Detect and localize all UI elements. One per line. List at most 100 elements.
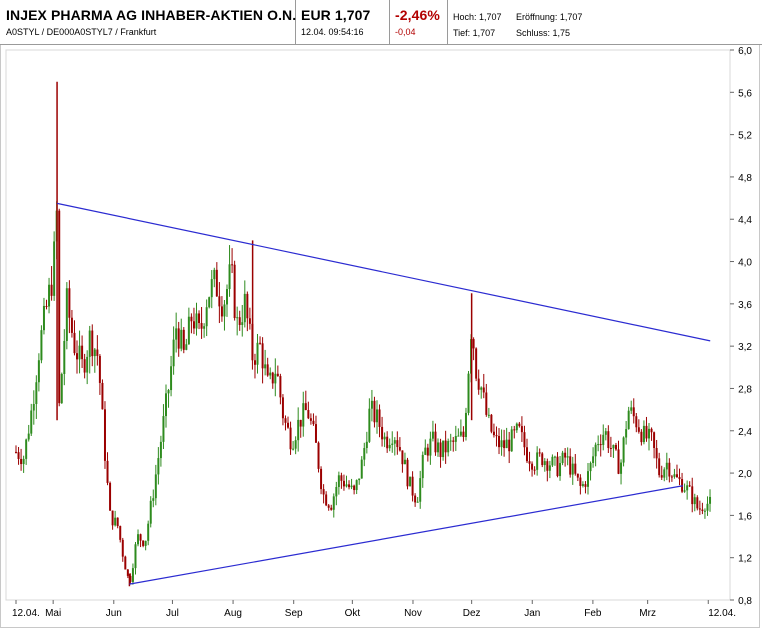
candle-body <box>322 489 325 495</box>
candle-body <box>147 523 150 541</box>
candle-body <box>164 393 167 417</box>
y-tick-label: 0,8 <box>738 596 752 607</box>
candle-body <box>706 503 709 511</box>
candle-body <box>602 434 605 446</box>
candle-body <box>358 478 361 481</box>
candle-body <box>274 373 277 384</box>
candle-body <box>175 328 178 340</box>
candle-body <box>599 444 602 446</box>
candle-body <box>587 471 589 487</box>
candle-body <box>325 494 328 506</box>
candle-body <box>454 436 457 442</box>
candle-body <box>589 462 592 472</box>
candle-body <box>449 440 452 442</box>
candle-body <box>131 568 134 582</box>
candle-body <box>658 458 661 476</box>
x-tick-label: Mai <box>45 608 61 619</box>
candle-body <box>116 517 119 527</box>
y-tick-label: 6,0 <box>738 46 752 57</box>
candle-body <box>88 330 91 357</box>
candle-body <box>162 416 165 442</box>
candle-body <box>309 418 312 421</box>
candle-body <box>632 407 635 417</box>
candle-body <box>279 376 282 398</box>
candle-body <box>30 410 33 434</box>
candle-body <box>177 328 180 349</box>
quote-header: INJEX PHARMA AG INHABER-AKTIEN O.N. A0ST… <box>0 0 762 45</box>
candle-body <box>442 440 445 458</box>
candle-body <box>365 441 368 449</box>
candle-body <box>553 456 556 458</box>
candle-body <box>304 403 307 411</box>
x-tick-label: Jun <box>106 608 122 619</box>
candle-body <box>297 419 300 441</box>
candle-body <box>510 429 513 452</box>
candle-body <box>81 345 84 360</box>
candle-body <box>576 473 579 478</box>
candle-body <box>114 517 117 526</box>
candle-body <box>541 453 544 466</box>
stat-close: Schluss: 1,75 <box>516 28 571 38</box>
candle-body <box>198 313 201 324</box>
candle-body <box>76 353 79 360</box>
candle-body <box>686 485 689 491</box>
price-cell: EUR 1,707 12.04. 09:54:16 <box>296 0 390 44</box>
candle-body <box>388 444 391 449</box>
candle-body <box>368 408 371 442</box>
change-cell: -2,46% -0,04 <box>390 0 448 44</box>
candle-body <box>678 477 681 480</box>
candle-body <box>386 436 389 449</box>
candle-body <box>68 288 71 318</box>
candle-body <box>111 510 114 526</box>
candle-body <box>559 463 562 477</box>
change-percent: -2,46% <box>395 7 440 23</box>
candle-body <box>675 474 678 478</box>
candle-body <box>696 497 699 509</box>
candle-body <box>459 431 462 436</box>
candle-body <box>429 438 432 456</box>
candle-body <box>698 508 701 510</box>
candle-body <box>637 427 640 432</box>
candle-body <box>139 534 142 541</box>
candle-body <box>259 342 262 344</box>
candle-body <box>660 475 663 478</box>
x-tick-label: 12.04. <box>12 608 40 619</box>
y-tick-label: 1,2 <box>738 554 752 565</box>
candle-body <box>210 279 213 298</box>
candle-body <box>190 316 193 322</box>
candle-body <box>35 382 38 405</box>
candle-body <box>137 534 140 545</box>
candle-body <box>45 305 48 307</box>
candle-body <box>241 322 244 325</box>
candle-body <box>627 410 630 430</box>
candle-body <box>490 414 493 432</box>
stock-identifiers: A0STYL / DE000A0STYL7 / Frankfurt <box>6 27 157 37</box>
candle-body <box>78 345 81 360</box>
candle-body <box>673 474 676 477</box>
candle-body <box>299 419 302 427</box>
candle-body <box>119 526 122 540</box>
candle-body <box>256 342 259 365</box>
chart-area: 6,0 5,6 5,2 4,8 4,4 4,0 3,6 3,2 2,8 2,4 2,0 1,6 1,2 0… <box>0 44 762 630</box>
candle-body <box>149 500 152 524</box>
candle-body <box>60 373 63 404</box>
candle-body <box>330 507 333 510</box>
candle-body <box>391 443 394 445</box>
candle-body <box>688 485 691 487</box>
candle-body <box>93 349 96 357</box>
candle-body <box>584 484 587 487</box>
candle-body <box>670 476 673 478</box>
candle-body <box>157 458 160 475</box>
candle-body <box>182 329 185 350</box>
candle-body <box>340 475 343 481</box>
candle-body <box>564 452 567 458</box>
candle-body <box>447 441 450 453</box>
candle-body <box>220 306 223 317</box>
candle-body <box>213 269 216 280</box>
candle-body <box>208 297 211 308</box>
candle-body <box>261 343 264 369</box>
candle-body <box>342 480 345 487</box>
x-tick-label: Nov <box>404 608 422 619</box>
candle-body <box>73 332 76 354</box>
last-price: EUR 1,707 <box>301 7 371 23</box>
